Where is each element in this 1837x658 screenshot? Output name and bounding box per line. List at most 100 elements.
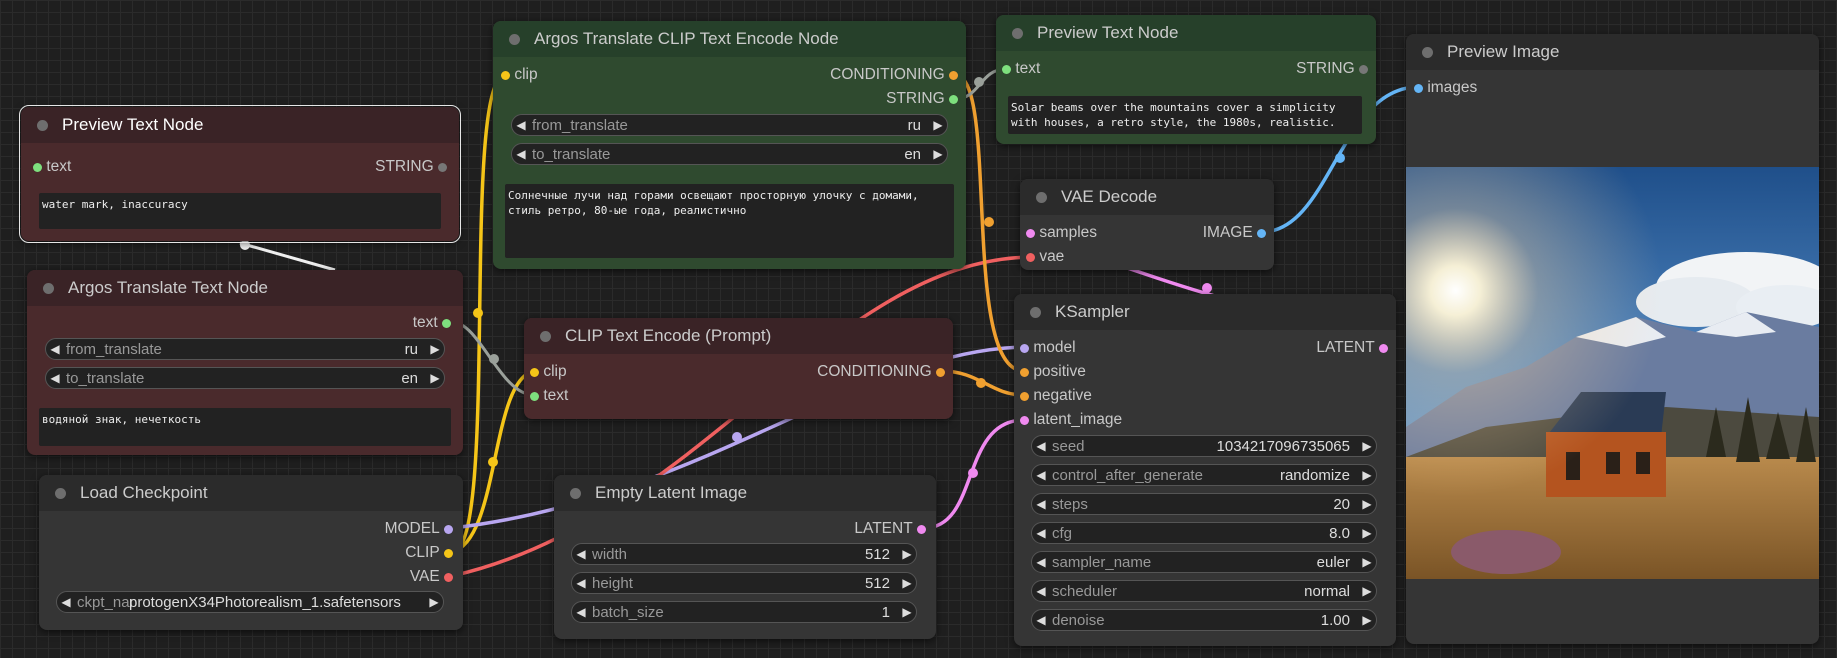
argos-clip-encode-node[interactable]: Argos Translate CLIP Text Encode Node cl… <box>493 21 966 269</box>
cfg-number[interactable]: ◀ cfg 8.0 ▶ <box>1031 522 1377 544</box>
ckpt-name-combo[interactable]: ◀ckpt_nameprotogenX34Photorealism_1.safe… <box>56 591 444 613</box>
source-textbox[interactable]: Солнечные лучи над горами освещают прост… <box>505 184 954 258</box>
steps-number[interactable]: ◀ steps 20 ▶ <box>1031 493 1377 515</box>
output-string-slot[interactable]: STRING <box>1296 60 1368 78</box>
collapse-dot-icon[interactable] <box>1422 46 1433 58</box>
arrow-left-icon[interactable]: ◀ <box>1032 526 1050 540</box>
arrow-right-icon[interactable]: ▶ <box>1358 439 1376 453</box>
input-text-slot[interactable]: text <box>530 387 568 405</box>
node-header[interactable]: VAE Decode <box>1020 179 1274 215</box>
clip-text-encode-node[interactable]: CLIP Text Encode (Prompt) clip CONDITION… <box>524 318 953 419</box>
collapse-dot-icon[interactable] <box>570 487 581 499</box>
from-translate-combo[interactable]: ◀ from_translate ru ▶ <box>511 114 948 136</box>
arrow-right-icon[interactable]: ▶ <box>425 595 443 609</box>
collapse-dot-icon[interactable] <box>43 282 54 294</box>
node-header[interactable]: Preview Text Node <box>996 15 1376 51</box>
arrow-left-icon[interactable]: ◀ <box>572 547 590 561</box>
batch-size-number[interactable]: ◀ batch_size 1 ▶ <box>571 601 917 623</box>
arrow-left-icon[interactable]: ◀ <box>57 595 75 609</box>
output-conditioning-slot[interactable]: CONDITIONING <box>817 363 945 381</box>
arrow-right-icon[interactable]: ▶ <box>929 147 947 161</box>
input-samples-slot[interactable]: samples <box>1026 224 1097 242</box>
output-vae-slot[interactable]: VAE <box>410 568 453 586</box>
denoise-number[interactable]: ◀ denoise 1.00 ▶ <box>1031 609 1377 631</box>
input-images-slot[interactable]: images <box>1414 79 1477 97</box>
output-latent-slot[interactable]: LATENT <box>854 520 926 538</box>
width-number[interactable]: ◀ width 512 ▶ <box>571 543 917 565</box>
arrow-right-icon[interactable]: ▶ <box>929 118 947 132</box>
arrow-left-icon[interactable]: ◀ <box>1032 497 1050 511</box>
output-image-slot[interactable]: IMAGE <box>1203 224 1266 242</box>
arrow-right-icon[interactable]: ▶ <box>898 605 916 619</box>
arrow-right-icon[interactable]: ▶ <box>426 371 444 385</box>
input-latent-slot[interactable]: latent_image <box>1020 411 1122 429</box>
arrow-left-icon[interactable]: ◀ <box>1032 613 1050 627</box>
arrow-left-icon[interactable]: ◀ <box>46 342 64 356</box>
preview-image-node[interactable]: Preview Image images <box>1406 34 1819 644</box>
generated-image[interactable] <box>1406 167 1819 579</box>
input-model-slot[interactable]: model <box>1020 339 1076 357</box>
input-text-slot[interactable]: text <box>33 158 71 176</box>
arrow-left-icon[interactable]: ◀ <box>1032 584 1050 598</box>
scheduler-combo[interactable]: ◀ scheduler normal ▶ <box>1031 580 1377 602</box>
collapse-dot-icon[interactable] <box>540 330 551 342</box>
collapse-dot-icon[interactable] <box>509 33 520 45</box>
input-text-slot[interactable]: text <box>1002 60 1040 78</box>
arrow-right-icon[interactable]: ▶ <box>1358 497 1376 511</box>
output-clip-slot[interactable]: CLIP <box>405 544 453 562</box>
collapse-dot-icon[interactable] <box>37 119 48 131</box>
node-header[interactable]: Argos Translate Text Node <box>27 270 463 306</box>
arrow-left-icon[interactable]: ◀ <box>1032 555 1050 569</box>
collapse-dot-icon[interactable] <box>1036 191 1047 203</box>
load-checkpoint-node[interactable]: Load Checkpoint MODEL CLIP VAE ◀ckpt_nam… <box>39 475 463 630</box>
arrow-left-icon[interactable]: ◀ <box>572 576 590 590</box>
arrow-right-icon[interactable]: ▶ <box>898 576 916 590</box>
collapse-dot-icon[interactable] <box>1030 306 1041 318</box>
preview-textbox[interactable]: water mark, inaccuracy <box>39 193 441 229</box>
preview-textbox[interactable]: Solar beams over the mountains cover a s… <box>1008 96 1362 134</box>
input-positive-slot[interactable]: positive <box>1020 363 1086 381</box>
arrow-left-icon[interactable]: ◀ <box>572 605 590 619</box>
height-number[interactable]: ◀ height 512 ▶ <box>571 572 917 594</box>
output-string-slot[interactable]: STRING <box>375 158 447 176</box>
source-textbox[interactable]: водяной знак, нечеткость <box>39 408 451 446</box>
input-vae-slot[interactable]: vae <box>1026 248 1064 266</box>
from-translate-combo[interactable]: ◀ from_translate ru ▶ <box>45 338 445 360</box>
to-translate-combo[interactable]: ◀ to_translate en ▶ <box>511 143 948 165</box>
arrow-right-icon[interactable]: ▶ <box>1358 468 1376 482</box>
preview-text-node-2[interactable]: Preview Text Node text STRING Solar beam… <box>996 15 1376 144</box>
collapse-dot-icon[interactable] <box>1012 27 1023 39</box>
empty-latent-image-node[interactable]: Empty Latent Image LATENT ◀ width 512 ▶ ◀ he… <box>554 475 936 639</box>
arrow-left-icon[interactable]: ◀ <box>1032 468 1050 482</box>
seed-number[interactable]: ◀ seed 1034217096735065 ▶ <box>1031 435 1377 457</box>
node-header[interactable]: Preview Text Node <box>21 107 459 143</box>
ksampler-node[interactable]: KSampler model LATENT positive negative … <box>1014 294 1396 646</box>
arrow-left-icon[interactable]: ◀ <box>512 147 530 161</box>
arrow-right-icon[interactable]: ▶ <box>1358 526 1376 540</box>
arrow-right-icon[interactable]: ▶ <box>898 547 916 561</box>
vae-decode-node[interactable]: VAE Decode samples IMAGE vae <box>1020 179 1274 270</box>
node-header[interactable]: Empty Latent Image <box>554 475 936 511</box>
input-clip-slot[interactable]: clip <box>501 66 538 84</box>
control-after-generate-combo[interactable]: ◀ control_after_generate randomize ▶ <box>1031 464 1377 486</box>
node-header[interactable]: Load Checkpoint <box>39 475 463 511</box>
output-conditioning-slot[interactable]: CONDITIONING <box>830 66 958 84</box>
to-translate-combo[interactable]: ◀ to_translate en ▶ <box>45 367 445 389</box>
input-negative-slot[interactable]: negative <box>1020 387 1092 405</box>
output-model-slot[interactable]: MODEL <box>385 520 453 538</box>
node-header[interactable]: Argos Translate CLIP Text Encode Node <box>493 21 966 57</box>
collapse-dot-icon[interactable] <box>55 487 66 499</box>
argos-translate-text-node[interactable]: Argos Translate Text Node text ◀ from_tra… <box>27 270 463 455</box>
arrow-right-icon[interactable]: ▶ <box>426 342 444 356</box>
arrow-right-icon[interactable]: ▶ <box>1358 613 1376 627</box>
input-clip-slot[interactable]: clip <box>530 363 567 381</box>
sampler-name-combo[interactable]: ◀ sampler_name euler ▶ <box>1031 551 1377 573</box>
node-header[interactable]: Preview Image <box>1406 34 1819 70</box>
output-text-slot[interactable]: text <box>413 314 451 332</box>
node-header[interactable]: KSampler <box>1014 294 1396 330</box>
arrow-left-icon[interactable]: ◀ <box>1032 439 1050 453</box>
arrow-left-icon[interactable]: ◀ <box>512 118 530 132</box>
arrow-right-icon[interactable]: ▶ <box>1358 584 1376 598</box>
arrow-left-icon[interactable]: ◀ <box>46 371 64 385</box>
arrow-right-icon[interactable]: ▶ <box>1358 555 1376 569</box>
